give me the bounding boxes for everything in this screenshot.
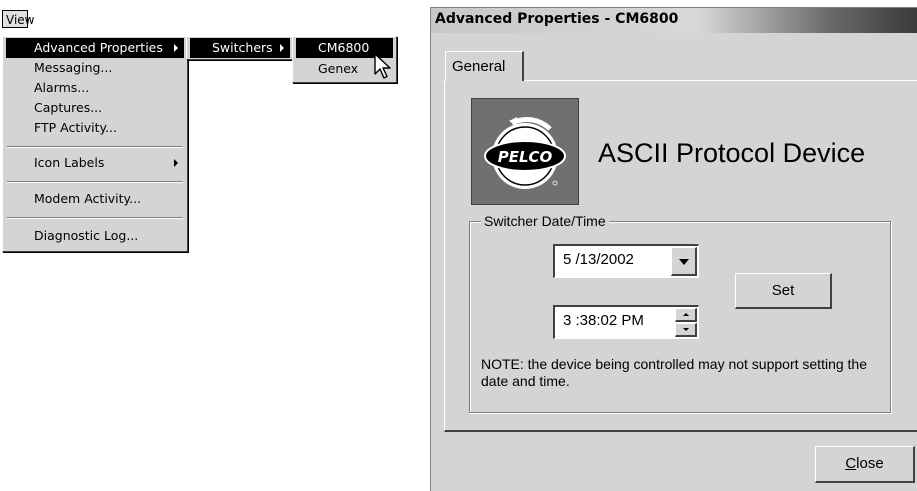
menu-item-modem-activity[interactable]: Modem Activity... [6, 189, 184, 209]
device-heading: ASCII Protocol Device [598, 138, 866, 168]
note-text: NOTE: the device being controlled may no… [481, 356, 867, 389]
pelco-logo-graphic: PELCO [484, 117, 566, 189]
submenu-arrow-icon [280, 44, 284, 52]
time-picker[interactable]: 3 :38:02 PM [553, 305, 699, 339]
menu-item-icon-labels[interactable]: Icon Labels [6, 153, 184, 173]
submenu-arrow-icon [174, 159, 178, 167]
menu-item-captures[interactable]: Captures... [6, 98, 184, 118]
time-value: 3 :38:02 PM [563, 312, 644, 329]
menu-item-label: Captures... [34, 100, 103, 115]
menu-separator [7, 181, 183, 183]
pelco-logo-text: PELCO [498, 148, 553, 166]
menu-item-messaging[interactable]: Messaging... [6, 58, 184, 78]
menu-item-ftp-activity[interactable]: FTP Activity... [6, 118, 184, 138]
dropdown-arrow-icon [679, 259, 689, 265]
tab-general-label: General [452, 58, 506, 75]
spin-up-icon [683, 313, 689, 316]
menu-item-label: Icon Labels [34, 155, 105, 170]
menu-item-alarms[interactable]: Alarms... [6, 78, 184, 98]
menu-item-label: Switchers [212, 40, 273, 55]
menu-item-diagnostic-log[interactable]: Diagnostic Log... [6, 226, 184, 246]
menu-item-label: Diagnostic Log... [34, 228, 139, 243]
tab-general[interactable]: General [445, 51, 524, 81]
close-button[interactable]: Close [815, 446, 915, 483]
set-button-label: Set [771, 282, 795, 299]
menu-item-label: Alarms... [34, 80, 90, 95]
close-button-mnemonic: C [845, 455, 857, 472]
spin-down-icon [683, 328, 689, 331]
view-menu-label: View [6, 13, 35, 27]
spin-up-button[interactable] [675, 308, 697, 322]
menu-separator [7, 217, 183, 219]
view-dropdown: Advanced Properties Messaging... Alarms.… [2, 36, 188, 252]
dialog-title: Advanced Properties - CM6800 [435, 11, 679, 27]
mouse-cursor-icon [374, 53, 391, 79]
menu-item-label: Modem Activity... [34, 191, 142, 206]
submenu-arrow-icon [174, 44, 178, 52]
menu-item-label: Messaging... [34, 60, 113, 75]
close-button-label: lose [856, 455, 884, 472]
menu-separator [7, 146, 183, 148]
pelco-logo: PELCO [471, 98, 579, 205]
set-button[interactable]: Set [735, 273, 832, 309]
menu-item-switchers[interactable]: Switchers [190, 38, 290, 58]
spin-down-button[interactable] [675, 323, 697, 337]
group-label: Switcher Date/Time [481, 213, 609, 229]
advanced-properties-submenu: Switchers [186, 36, 294, 60]
date-value: 5 /13/2002 [563, 251, 634, 268]
view-menu[interactable]: View [2, 10, 34, 28]
menu-item-advanced-properties[interactable]: Advanced Properties [6, 38, 184, 58]
date-picker[interactable]: 5 /13/2002 [553, 244, 699, 278]
date-dropdown-button[interactable] [671, 247, 697, 276]
dialog-titlebar[interactable]: Advanced Properties - CM6800 [431, 8, 917, 33]
menu-item-label: FTP Activity... [34, 120, 118, 135]
menu-item-label: Genex [318, 61, 359, 76]
advanced-properties-dialog: Advanced Properties - CM6800 General PEL… [430, 7, 917, 491]
menu-item-label: Advanced Properties [34, 40, 163, 55]
menu-item-label: CM6800 [318, 40, 370, 55]
